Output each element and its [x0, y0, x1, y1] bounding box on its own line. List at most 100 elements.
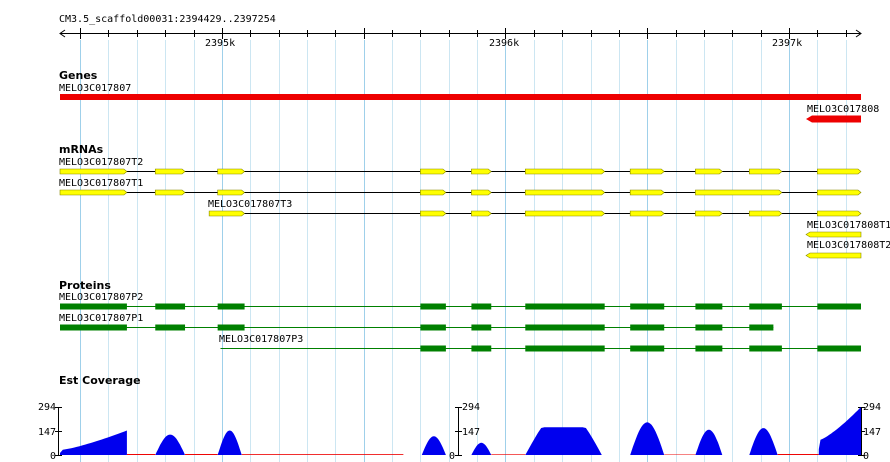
track-title-mrnas: mRNAs: [59, 143, 104, 156]
protein-cds: [525, 324, 605, 331]
protein-cds: [749, 324, 774, 331]
mrna-exon: [748, 168, 783, 175]
mrna-exon: [817, 210, 862, 217]
coverage-peak: [695, 429, 723, 455]
coverage-axis-zero: 0: [863, 451, 870, 462]
coverage-peak: [421, 436, 446, 455]
mrna-exon: [524, 189, 606, 196]
mrna-label[interactable]: MELO3C017808T1: [807, 220, 890, 231]
coverage-axis-mid: 147: [462, 427, 481, 438]
protein-label[interactable]: MELO3C017807P1: [59, 313, 143, 324]
gene-label[interactable]: MELO3C017807: [59, 83, 131, 94]
protein-cds: [749, 345, 782, 352]
track-title-coverage: Est Coverage: [59, 374, 141, 387]
protein-cds: [695, 324, 723, 331]
gene-bar-reverse: [805, 115, 861, 123]
coverage-peak: [217, 430, 242, 455]
mrna-exon: [695, 210, 723, 217]
mrna-exon: [217, 189, 246, 196]
protein-cds: [630, 303, 665, 310]
mrna-exon: [154, 168, 186, 175]
mrna-label[interactable]: MELO3C017807T1: [59, 178, 143, 189]
ruler-tick-label: 2396k: [489, 38, 520, 49]
mrna-exon: [695, 189, 783, 196]
protein-cds: [749, 303, 782, 310]
gene-bar: [60, 94, 861, 100]
protein-cds: [471, 324, 492, 331]
mrna-exon: [59, 168, 128, 175]
protein-cds: [217, 324, 245, 331]
coverage-axis-zero: 0: [50, 451, 57, 462]
coverage-peak: [749, 428, 778, 455]
track-title-proteins: Proteins: [59, 279, 111, 292]
track-canvas: [55, 28, 865, 462]
protein-cds: [420, 324, 446, 331]
protein-cds: [60, 324, 127, 331]
protein-cds: [525, 303, 605, 310]
mrna-exon: [471, 210, 492, 217]
coverage-axis-zero: 0: [449, 451, 456, 462]
coverage-low-segment: [185, 454, 218, 455]
coverage-low-segment: [777, 454, 819, 455]
mrna-exon: [59, 189, 128, 196]
mrna-exon: [524, 168, 606, 175]
protein-cds: [817, 303, 861, 310]
mrna-exon: [805, 252, 862, 259]
coverage-low-segment: [241, 454, 404, 455]
protein-cds: [630, 345, 665, 352]
mrna-exon: [817, 168, 862, 175]
mrna-exon: [420, 210, 447, 217]
ruler-tick-label: 2397k: [772, 38, 803, 49]
mrna-exon: [805, 231, 862, 238]
mrna-exon: [695, 168, 723, 175]
mrna-label[interactable]: MELO3C017807T2: [59, 157, 143, 168]
coverage-peak: [60, 430, 127, 455]
protein-cds: [525, 345, 605, 352]
coverage-axis-mid: 147: [863, 427, 882, 438]
protein-cds: [630, 324, 665, 331]
mrna-exon: [208, 210, 246, 217]
coverage-axis-max: 294: [462, 402, 481, 413]
protein-label[interactable]: MELO3C017807P3: [219, 334, 303, 345]
coverage-low-segment: [491, 454, 526, 455]
mrna-exon: [154, 189, 186, 196]
mrna-label[interactable]: MELO3C017807T3: [208, 199, 292, 210]
protein-cds: [695, 303, 723, 310]
protein-cds: [155, 324, 186, 331]
mrna-exon: [471, 189, 492, 196]
mrna-exon: [629, 189, 665, 196]
coverage-axis-max: 294: [863, 402, 882, 413]
protein-cds: [817, 345, 861, 352]
coverage-peak: [630, 422, 665, 455]
coverage-peak: [818, 407, 861, 455]
coverage-peak: [525, 427, 602, 455]
coverage-low-segment: [126, 454, 156, 455]
mrna-exon: [420, 189, 447, 196]
mrna-exon: [524, 210, 606, 217]
protein-cds: [420, 345, 446, 352]
protein-cds: [155, 303, 186, 310]
protein-cds: [420, 303, 446, 310]
mrna-exon: [420, 168, 447, 175]
ruler-tick-label: 2395k: [205, 38, 236, 49]
coverage-peak: [471, 442, 492, 455]
genome-browser-panel: CM3.5_scaffold00031:2394429..2397254 239…: [0, 0, 890, 462]
protein-cds: [60, 303, 127, 310]
coverage-axis-mid: 147: [38, 427, 57, 438]
mrna-exon: [748, 210, 783, 217]
coverage-peak: [155, 434, 186, 455]
mrna-exon: [817, 189, 862, 196]
mrna-exon: [471, 168, 492, 175]
protein-cds: [471, 303, 492, 310]
gene-label[interactable]: MELO3C017808: [807, 104, 879, 115]
mrna-exon: [629, 168, 665, 175]
protein-cds: [217, 303, 245, 310]
mrna-label[interactable]: MELO3C017808T2: [807, 240, 890, 251]
track-title-genes: Genes: [59, 69, 98, 82]
mrna-exon: [629, 210, 665, 217]
protein-cds: [695, 345, 723, 352]
protein-label[interactable]: MELO3C017807P2: [59, 292, 143, 303]
mrna-exon: [217, 168, 246, 175]
protein-cds: [471, 345, 492, 352]
coverage-axis-max: 294: [38, 402, 57, 413]
